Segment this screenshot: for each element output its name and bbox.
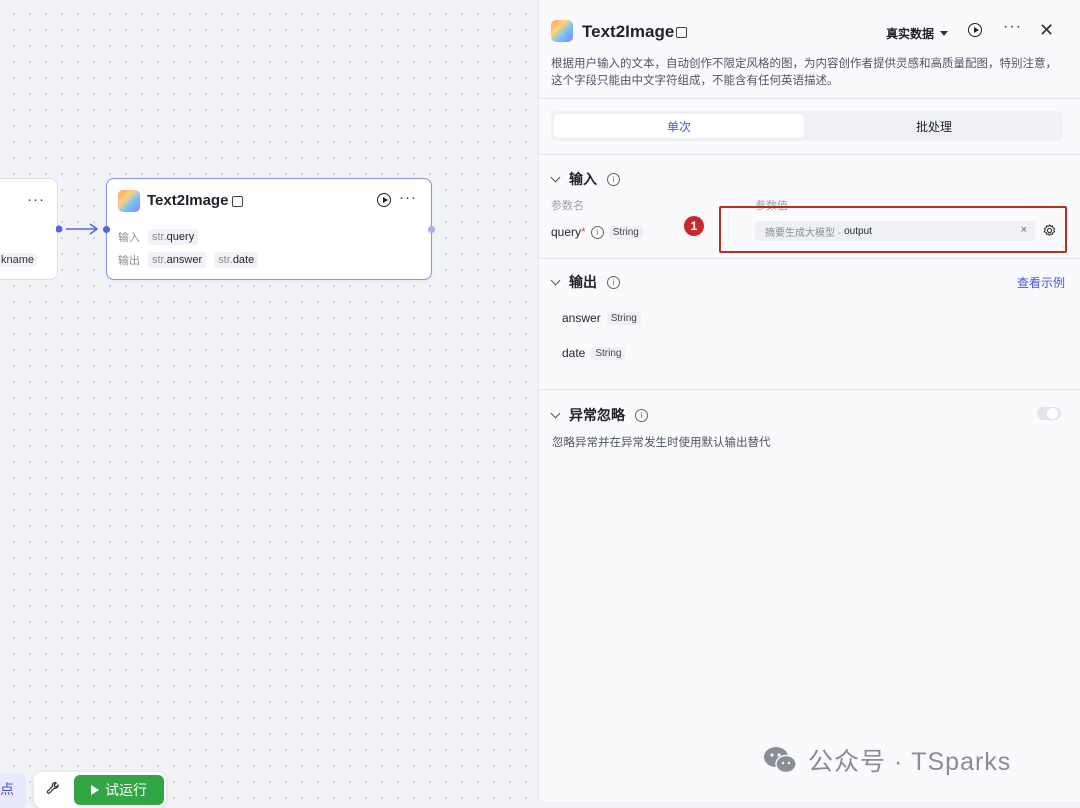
input-section-header[interactable]: 输入 i bbox=[550, 169, 620, 189]
input-section-title: 输入 bbox=[569, 171, 597, 187]
ignore-exception-toggle[interactable] bbox=[1037, 407, 1061, 420]
output-name: date bbox=[562, 346, 586, 360]
output-name: answer bbox=[562, 311, 601, 325]
divider bbox=[539, 258, 1080, 259]
input-chip: str.query bbox=[148, 229, 199, 245]
type-tag: String bbox=[606, 311, 641, 325]
plugin-logo-icon bbox=[118, 190, 140, 212]
watermark: 公众号 · TSparks bbox=[762, 742, 1011, 778]
output-chip: str.date bbox=[214, 252, 259, 268]
node-title: Text2Image bbox=[147, 192, 229, 209]
chevron-down-icon bbox=[550, 275, 561, 285]
chevron-down-icon bbox=[550, 172, 561, 182]
type-tag: String bbox=[591, 346, 626, 360]
divider bbox=[539, 389, 1080, 390]
output-item: date String bbox=[562, 346, 626, 360]
divider bbox=[539, 154, 1080, 155]
input-label: 输入 bbox=[118, 232, 140, 244]
wechat-icon bbox=[764, 747, 797, 774]
previous-node[interactable]: ··· kname bbox=[0, 178, 58, 280]
ignore-section-header[interactable]: 异常忽略 i bbox=[550, 405, 648, 425]
watermark-text: 公众号 · TSparks bbox=[808, 748, 1012, 776]
info-icon[interactable]: i bbox=[607, 172, 620, 186]
info-icon[interactable]: i bbox=[635, 408, 648, 422]
input-port[interactable] bbox=[103, 226, 110, 233]
text2image-node[interactable]: Text2Image ··· 输入 str.query 输出 str.answe… bbox=[103, 178, 435, 280]
param-value-reference-field[interactable]: 摘要生成大模型 - output × bbox=[755, 221, 1035, 241]
annotation-badge: 1 bbox=[684, 216, 704, 236]
view-example-link[interactable]: 查看示例 bbox=[1017, 274, 1065, 291]
panel-title: Text2Image bbox=[582, 22, 675, 41]
connection-arrow-icon bbox=[56, 223, 99, 235]
clear-icon[interactable]: × bbox=[1021, 224, 1027, 236]
required-mark: * bbox=[581, 225, 586, 239]
output-port[interactable] bbox=[428, 226, 435, 233]
param-query: query * i String bbox=[551, 225, 643, 239]
ref-source-label: 摘要生成大模型 - bbox=[765, 227, 842, 239]
play-icon[interactable] bbox=[968, 23, 982, 37]
more-icon[interactable]: ··· bbox=[27, 191, 45, 208]
output-tag: kname bbox=[0, 253, 37, 267]
plugin-logo-icon bbox=[551, 20, 573, 42]
ignore-section-title: 异常忽略 bbox=[569, 407, 625, 423]
tab-batch[interactable]: 批处理 bbox=[809, 114, 1059, 138]
node-input-row: 输入 str.query bbox=[118, 229, 199, 245]
output-section-header[interactable]: 输出 i bbox=[550, 272, 620, 292]
param-query-name: query bbox=[551, 225, 582, 239]
close-icon[interactable]: ✕ bbox=[1039, 20, 1054, 41]
type-tag: String bbox=[608, 225, 643, 239]
ref-field-label: output bbox=[844, 225, 872, 237]
tab-single[interactable]: 单次 bbox=[554, 114, 804, 138]
workflow-canvas[interactable]: ··· kname Text2Image ··· 输入 str.query 输出… bbox=[0, 0, 538, 808]
data-source-label: 真实数据 bbox=[886, 27, 935, 41]
ignore-description: 忽略异常并在异常发生时使用默认输出替代 bbox=[552, 437, 771, 449]
bottom-toolbar: 试运行 bbox=[34, 772, 166, 808]
param-name-header: 参数名 bbox=[551, 200, 584, 212]
output-chip: str.answer bbox=[148, 252, 207, 268]
add-node-button[interactable]: 点 bbox=[0, 774, 26, 808]
more-icon[interactable]: ··· bbox=[399, 189, 417, 206]
gear-icon[interactable] bbox=[1043, 224, 1056, 237]
node-output-row: 输出 str.answer str.date bbox=[118, 252, 259, 268]
official-badge-icon bbox=[232, 196, 243, 207]
play-icon bbox=[91, 785, 99, 795]
info-icon[interactable]: i bbox=[590, 225, 604, 239]
output-label: 输出 bbox=[118, 255, 140, 267]
caret-down-icon bbox=[940, 31, 949, 36]
output-item: answer String bbox=[562, 311, 641, 325]
test-run-label: 试运行 bbox=[105, 782, 147, 798]
divider bbox=[539, 98, 1080, 99]
info-icon[interactable]: i bbox=[607, 275, 620, 289]
run-mode-tabs: 单次 批处理 bbox=[551, 111, 1063, 141]
play-icon[interactable] bbox=[377, 193, 391, 207]
more-icon[interactable]: ··· bbox=[1003, 18, 1022, 36]
official-badge-icon bbox=[676, 27, 687, 38]
chevron-down-icon bbox=[550, 408, 561, 418]
data-source-select[interactable]: 真实数据 bbox=[886, 25, 949, 42]
wrench-icon[interactable] bbox=[46, 781, 60, 798]
plugin-description: 根据用户输入的文本，自动创作不限定风格的图，为内容创作者提供灵感和高质量配图，特… bbox=[551, 58, 1057, 87]
output-section-title: 输出 bbox=[569, 274, 597, 290]
node-config-panel: Text2Image 真实数据 ··· ✕ 根据用户输入的文本，自动创作不限定风… bbox=[538, 0, 1080, 801]
